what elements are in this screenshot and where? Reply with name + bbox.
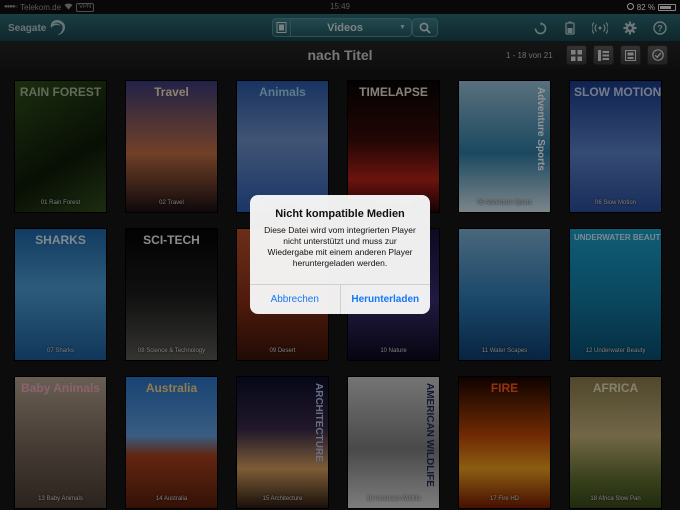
- download-button[interactable]: Herunterladen: [339, 285, 431, 314]
- app-screen: 15:49 ●●●●○ Telekom.de VPN 82 % Seagate: [0, 0, 680, 510]
- dialog-title: Nicht kompatible Medien: [275, 208, 405, 220]
- battery-percent: 82 %: [636, 2, 655, 12]
- battery-level-fill: [660, 5, 672, 9]
- battery-icon: [658, 3, 676, 11]
- incompatible-media-dialog: Nicht kompatible Medien Diese Datei wird…: [250, 195, 430, 314]
- dialog-message: Diese Datei wird vom integrierten Player…: [264, 225, 416, 268]
- dialog-buttons: Abbrechen Herunterladen: [250, 284, 430, 314]
- cancel-button[interactable]: Abbrechen: [250, 285, 340, 314]
- lock-rotation-icon: [626, 2, 634, 12]
